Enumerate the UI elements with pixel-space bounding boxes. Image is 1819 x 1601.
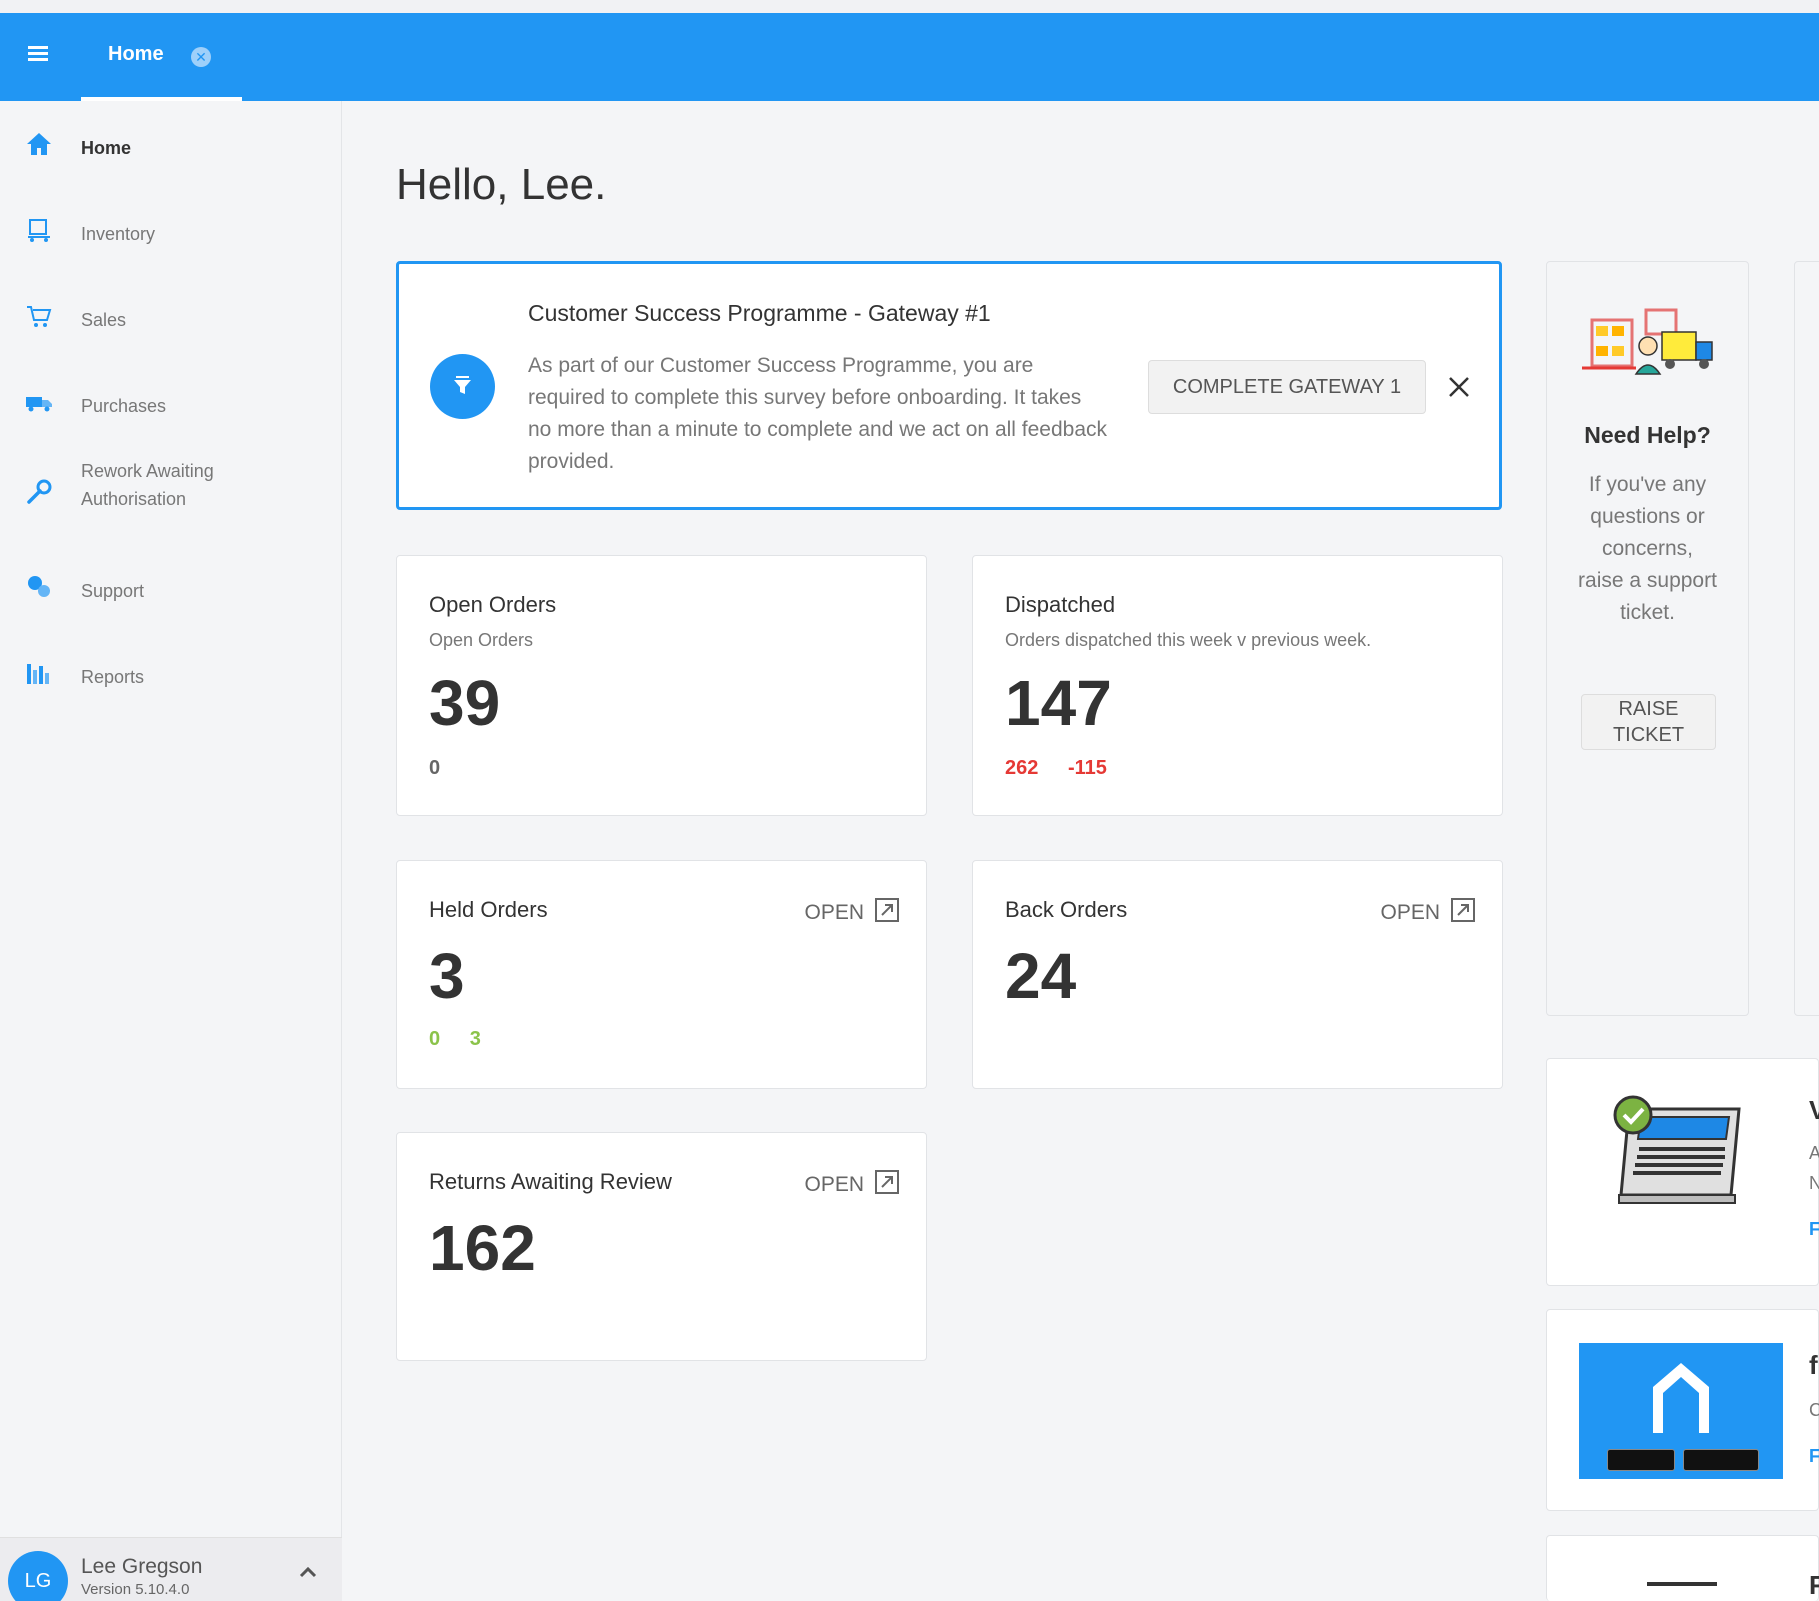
cut-off-text: N bbox=[1809, 1173, 1819, 1193]
card-title: Held Orders bbox=[429, 897, 548, 922]
card-subtitle: Orders dispatched this week v previous w… bbox=[1005, 630, 1372, 650]
cut-off-title: f bbox=[1809, 1350, 1818, 1380]
sidebar-item-label: Sales bbox=[81, 310, 127, 330]
sidebar-item-label: Rework Awaiting Authorisation bbox=[81, 461, 214, 509]
metric-value: 0 bbox=[429, 757, 441, 779]
open-label: OPEN bbox=[804, 1173, 864, 1196]
cut-off-title: F bbox=[1809, 1570, 1819, 1600]
funnel-icon bbox=[430, 354, 495, 419]
cut-off-text: A bbox=[1809, 1143, 1819, 1163]
side-card-mobile-app: f C F bbox=[1546, 1309, 1819, 1511]
help-title: Need Help? bbox=[1584, 422, 1711, 448]
sidebar-item-home[interactable]: Home bbox=[0, 113, 342, 173]
card-value: 24 bbox=[1005, 940, 1077, 1012]
home-icon bbox=[27, 133, 51, 155]
metric-value: 3 bbox=[469, 1028, 481, 1050]
card-title: Open Orders bbox=[429, 592, 557, 617]
complete-gateway-button[interactable]: COMPLETE GATEWAY 1 bbox=[1148, 360, 1426, 414]
card-metrics: 0 bbox=[429, 757, 464, 780]
window-top-strip bbox=[0, 0, 1819, 13]
cut-off-link[interactable]: F bbox=[1809, 1446, 1819, 1467]
app-logo-icon bbox=[1653, 1363, 1709, 1433]
metric-this-week: 262 bbox=[1005, 757, 1039, 779]
sidebar: Home Inventory Sales Purchases Rework Aw… bbox=[0, 101, 342, 1601]
bar-chart-icon bbox=[27, 664, 49, 684]
sidebar-item-label: Reports bbox=[81, 667, 145, 687]
help-text: If you've any questions or concerns, rai… bbox=[1578, 473, 1717, 624]
metric-value: 0 bbox=[429, 1028, 441, 1050]
card-value: 3 bbox=[429, 940, 465, 1012]
tab-home[interactable]: Home ✕ bbox=[81, 13, 242, 101]
side-card-laptop: V A N F bbox=[1546, 1058, 1819, 1286]
tab-close-icon[interactable]: ✕ bbox=[191, 47, 211, 67]
sidebar-item-label: Purchases bbox=[81, 396, 167, 416]
chat-icon bbox=[28, 576, 50, 597]
user-menu[interactable]: LG Lee Gregson Version 5.10.4.0 bbox=[0, 1537, 342, 1601]
top-bar: Home ✕ bbox=[0, 13, 1819, 101]
google-play-badge[interactable] bbox=[1607, 1449, 1675, 1471]
sidebar-item-sales[interactable]: Sales bbox=[0, 285, 342, 345]
metric-difference: -115 bbox=[1067, 757, 1107, 779]
app-version: Version 5.10.4.0 bbox=[81, 1581, 190, 1598]
cut-off-link[interactable]: F bbox=[1809, 1219, 1819, 1240]
side-card-next: F bbox=[1546, 1535, 1819, 1601]
sidebar-item-label: Support bbox=[81, 581, 145, 601]
sidebar-item-inventory[interactable]: Inventory bbox=[0, 199, 342, 259]
help-card-next bbox=[1794, 261, 1819, 1016]
open-label: OPEN bbox=[1380, 901, 1440, 924]
tab-label: Home bbox=[108, 43, 164, 65]
external-link-icon bbox=[1451, 898, 1475, 922]
close-icon[interactable] bbox=[1446, 374, 1472, 400]
cut-off-illustration bbox=[1647, 1582, 1717, 1586]
sidebar-item-label: Home bbox=[81, 138, 132, 158]
open-label: OPEN bbox=[804, 901, 864, 924]
need-help-card: Need Help? If you've any questions or co… bbox=[1546, 261, 1749, 1016]
sidebar-item-rework-awaiting-authorisation[interactable]: Rework Awaiting Authorisation bbox=[0, 457, 342, 527]
returns-awaiting-review-card: Returns Awaiting Review OPEN 162 bbox=[396, 1132, 927, 1361]
open-link[interactable]: OPEN bbox=[1380, 897, 1476, 925]
warehouse-illustration-icon bbox=[1582, 308, 1713, 375]
card-subtitle: Open Orders bbox=[429, 630, 534, 650]
mobile-app-banner bbox=[1579, 1343, 1783, 1479]
avatar: LG bbox=[8, 1551, 68, 1601]
back-orders-card: Back Orders OPEN 24 bbox=[972, 860, 1503, 1089]
cut-off-title: V bbox=[1809, 1095, 1819, 1125]
sidebar-item-support[interactable]: Support bbox=[0, 556, 342, 616]
card-metrics: 0 3 bbox=[429, 1028, 505, 1051]
card-title: Dispatched bbox=[1005, 592, 1116, 617]
external-link-icon bbox=[875, 898, 899, 922]
sidebar-item-reports[interactable]: Reports bbox=[0, 642, 342, 702]
hamburger-menu-icon[interactable] bbox=[24, 43, 52, 71]
raise-ticket-button[interactable]: RAISE TICKET bbox=[1581, 694, 1716, 750]
truck-icon bbox=[26, 397, 52, 412]
banner-title: Customer Success Programme - Gateway #1 bbox=[528, 300, 991, 326]
dispatched-card: Dispatched Orders dispatched this week v… bbox=[972, 555, 1503, 816]
open-link[interactable]: OPEN bbox=[804, 1169, 900, 1197]
page-title: Hello, Lee. bbox=[396, 160, 607, 209]
open-link[interactable]: OPEN bbox=[804, 897, 900, 925]
customer-success-banner: Customer Success Programme - Gateway #1 … bbox=[396, 261, 1502, 510]
card-value: 147 bbox=[1005, 667, 1112, 739]
card-value: 162 bbox=[429, 1212, 536, 1284]
card-value: 39 bbox=[429, 667, 501, 739]
banner-text: As part of our Customer Success Programm… bbox=[528, 354, 1108, 473]
sidebar-item-purchases[interactable]: Purchases bbox=[0, 371, 342, 431]
external-link-icon bbox=[875, 1170, 899, 1194]
card-title: Back Orders bbox=[1005, 897, 1128, 922]
wrench-icon bbox=[27, 479, 52, 504]
open-orders-card: Open Orders Open Orders 39 0 bbox=[396, 555, 927, 816]
user-name: Lee Gregson bbox=[81, 1555, 203, 1578]
held-orders-card: Held Orders OPEN 3 0 3 bbox=[396, 860, 927, 1089]
sidebar-item-label: Inventory bbox=[81, 224, 156, 244]
app-store-badge[interactable] bbox=[1683, 1449, 1759, 1471]
chevron-up-icon[interactable] bbox=[296, 1560, 320, 1584]
cart-icon bbox=[27, 306, 52, 327]
hand-truck-icon bbox=[28, 219, 50, 242]
card-title: Returns Awaiting Review bbox=[429, 1169, 672, 1194]
cut-off-text: C bbox=[1809, 1400, 1819, 1420]
laptop-illustration-icon bbox=[1613, 1095, 1741, 1204]
card-metrics: 262 -115 bbox=[1005, 757, 1131, 780]
